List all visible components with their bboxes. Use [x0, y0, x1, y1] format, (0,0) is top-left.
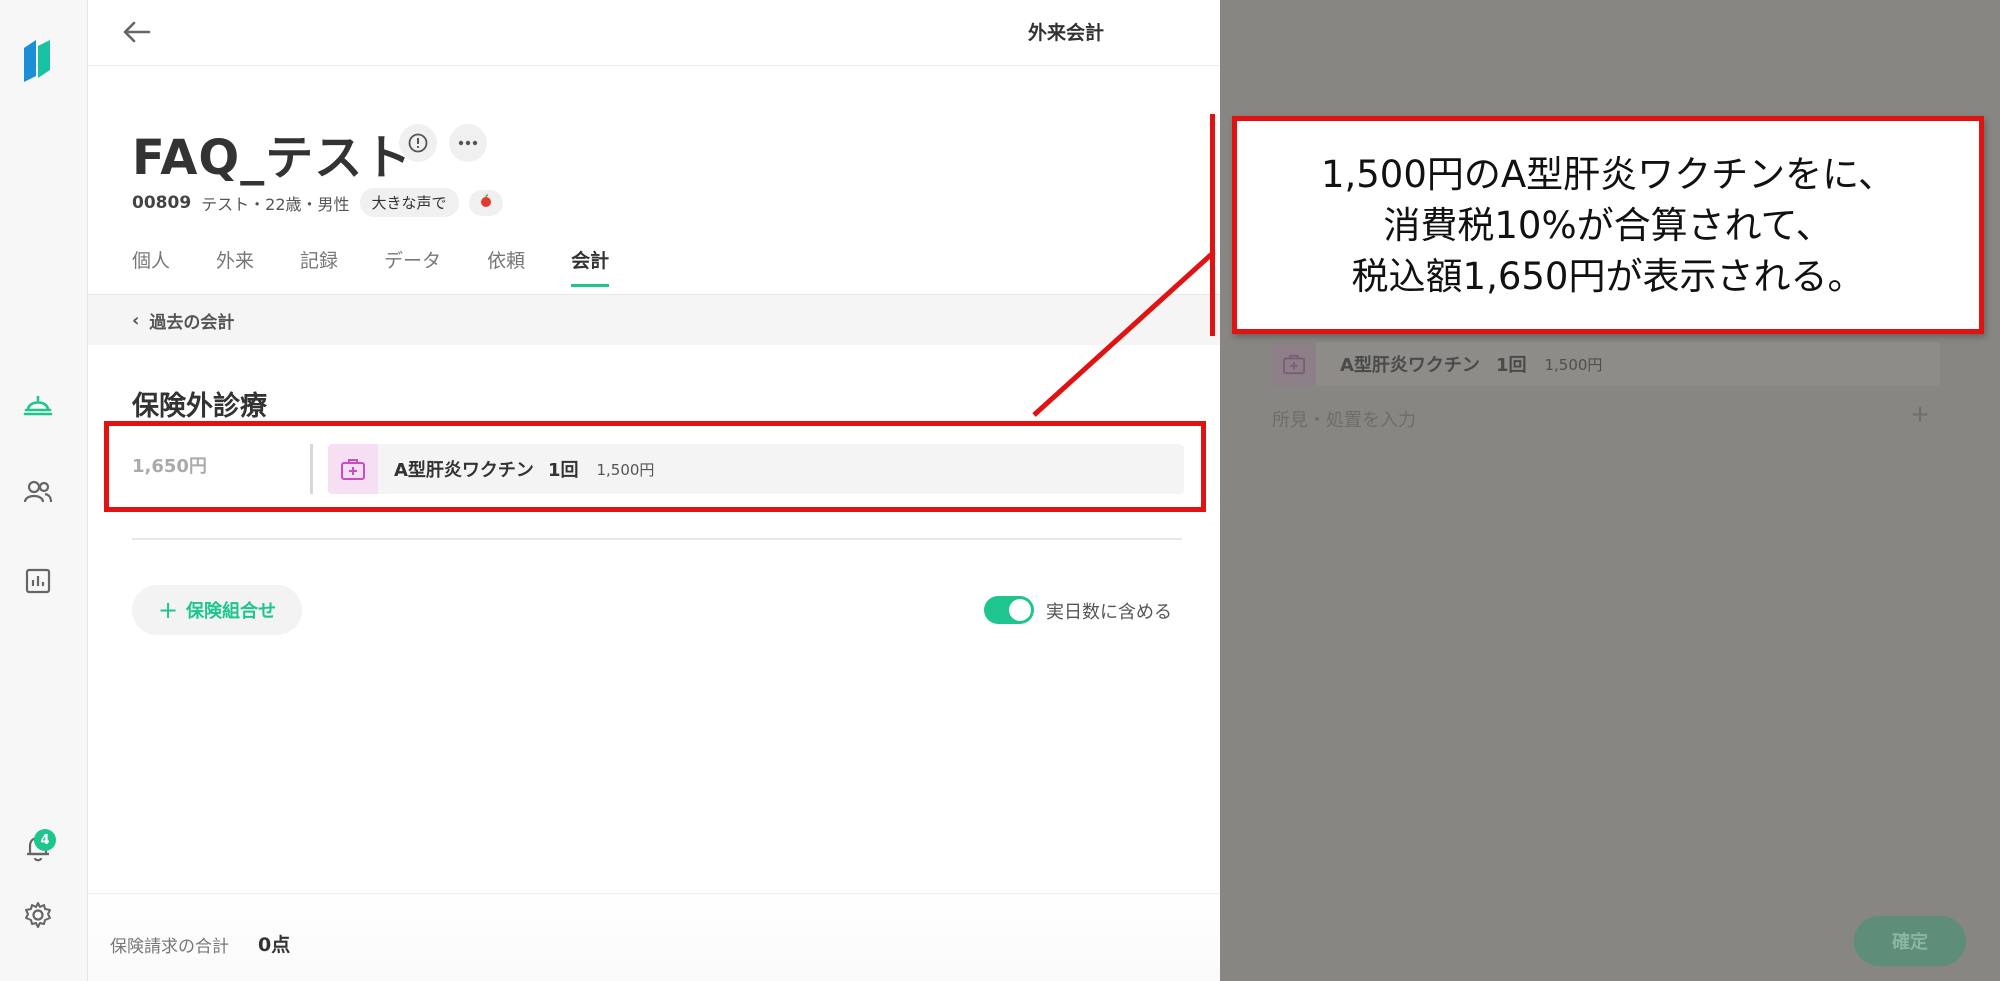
panel-item-name: A型肝炎ワクチン — [1340, 355, 1480, 376]
past-billing-link[interactable]: ‹ 過去の会計 — [88, 295, 1220, 345]
toggle-knob — [1009, 599, 1031, 621]
back-arrow-icon[interactable] — [118, 14, 154, 50]
reception-bell-icon[interactable] — [22, 388, 54, 420]
panel-billing-item[interactable]: A型肝炎ワクチン 1回 1,500円 — [1272, 342, 1940, 386]
callout-line-2: 消費税10%が合算されて、 — [1383, 203, 1833, 247]
panel-item-price: 1,500円 — [1544, 355, 1603, 374]
left-rail: 4 — [0, 0, 88, 981]
alert-info-button[interactable] — [399, 124, 437, 162]
app-logo-icon[interactable] — [22, 36, 52, 84]
tab-outpatient[interactable]: 外来 — [216, 246, 254, 287]
annotation-highlight-box — [104, 421, 1206, 512]
ellipsis-icon — [458, 140, 478, 146]
apple-icon[interactable] — [468, 189, 503, 216]
patient-tabs: 個人 外来 記録 データ 依頼 会計 — [132, 246, 655, 287]
notification-count-badge: 4 — [34, 829, 56, 851]
footer-bar: 保険請求の合計 0点 — [88, 893, 1220, 981]
actual-days-toggle[interactable] — [984, 596, 1034, 624]
top-header: 外来会計 — [88, 0, 1220, 66]
toggle-label: 実日数に含める — [1046, 602, 1172, 623]
patient-tag-chip[interactable]: 大きな声で — [359, 188, 459, 217]
patient-id: 00809 — [132, 192, 192, 213]
tab-billing[interactable]: 会計 — [571, 246, 610, 287]
settings-gear-icon[interactable] — [22, 899, 54, 931]
tab-records[interactable]: 記録 — [300, 246, 338, 287]
section-title: 保険外診療 — [132, 391, 267, 422]
insurance-combo-label: 保険組合せ — [186, 601, 277, 622]
patient-meta: 00809 テスト・22歳・男性 大きな声で — [132, 188, 503, 217]
insurance-total-value: 0点 — [258, 934, 291, 956]
tab-data[interactable]: データ — [384, 246, 441, 287]
callout-text: 1,500円のA型肝炎ワクチンをに、 消費税10%が合算されて、 税込額1,65… — [1321, 149, 1895, 302]
findings-input[interactable]: 所見・処置を入力 — [1272, 406, 1416, 432]
tab-personal[interactable]: 個人 — [132, 246, 170, 287]
annotation-vertical-line — [1210, 114, 1215, 336]
medical-kit-icon — [1272, 342, 1316, 386]
analytics-icon[interactable] — [22, 565, 54, 597]
section-divider — [132, 538, 1182, 540]
more-options-button[interactable] — [449, 124, 487, 162]
add-insurance-combo-button[interactable]: + 保険組合せ — [132, 585, 302, 635]
alert-bubble-icon — [408, 133, 428, 153]
tab-requests[interactable]: 依頼 — [487, 246, 525, 287]
callout-line-3: 税込額1,650円が表示される。 — [1351, 254, 1865, 298]
annotation-callout: 1,500円のA型肝炎ワクチンをに、 消費税10%が合算されて、 税込額1,65… — [1232, 116, 1984, 334]
past-billing-label: 過去の会計 — [149, 312, 235, 333]
add-plus-icon[interactable]: + — [1910, 400, 1930, 428]
insurance-total-label: 保険請求の合計 — [110, 937, 229, 957]
page-title: 外来会計 — [1028, 22, 1105, 44]
patients-icon[interactable] — [22, 476, 54, 508]
patient-name: FAQ_テスト — [132, 130, 413, 186]
confirm-button[interactable]: 確定 — [1854, 916, 1966, 966]
plus-icon: + — [157, 596, 179, 624]
panel-item-quantity: 1回 — [1495, 355, 1527, 376]
chevron-left-icon: ‹ — [132, 309, 140, 331]
callout-line-1: 1,500円のA型肝炎ワクチンをに、 — [1320, 152, 1896, 196]
patient-demographics: テスト・22歳・男性 — [201, 194, 350, 214]
